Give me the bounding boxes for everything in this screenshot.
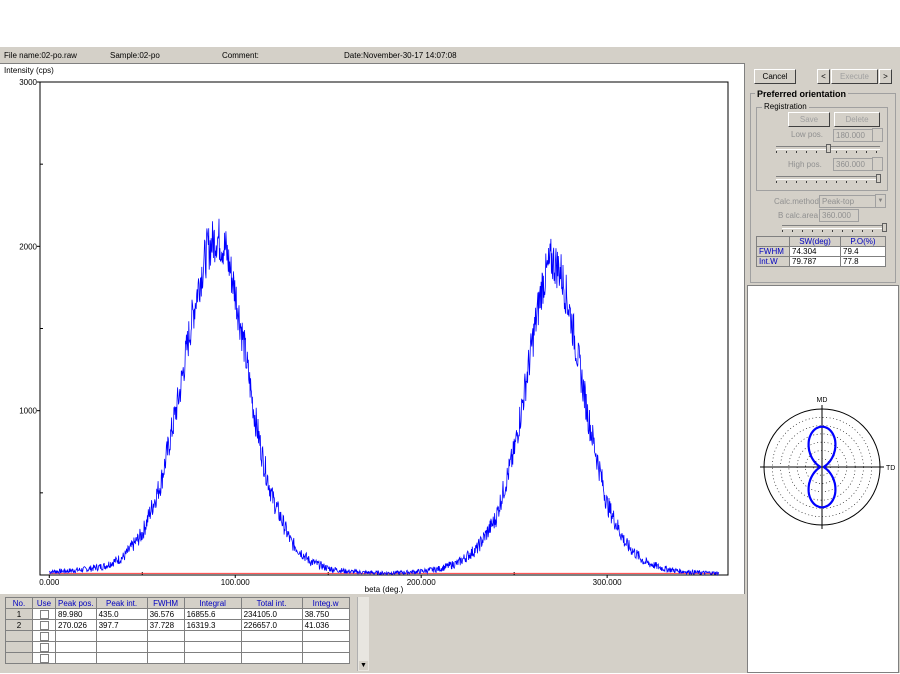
sample-label: Sample:02-po (110, 51, 160, 60)
sw-value: 74.304 (790, 247, 841, 257)
high-pos-slider[interactable] (776, 174, 880, 184)
fwhm-cell: 36.576 (147, 609, 184, 620)
date-label: Date:November-30-17 14:07:08 (344, 51, 457, 60)
polar-plot-panel: MD TD (747, 285, 899, 673)
next-button[interactable]: > (879, 69, 892, 84)
results-area: No. Use Peak pos. Peak int. FWHM Integra… (0, 595, 745, 673)
b-calc-area-label: B calc.area (778, 211, 818, 220)
sw-corner (757, 237, 790, 247)
row-header-intw: Int.W (757, 257, 790, 267)
peak-int-cell: 435.0 (96, 609, 147, 620)
execute-button[interactable]: Execute (831, 69, 878, 84)
control-panel: Cancel < Execute > Preferred orientation… (746, 47, 900, 673)
chart-panel: Intensity (cps) beta (deg.) 1000 2000 3000 0.… (0, 64, 745, 594)
integ-w-cell: 41.036 (302, 620, 349, 631)
calc-method-select[interactable]: Peak-top (819, 195, 878, 208)
row-header-fwhm: FWHM (757, 247, 790, 257)
x-tick-label: 300.000 (593, 578, 622, 587)
comment-label: Comment: (222, 51, 259, 60)
y-tick-label: 3000 (19, 78, 37, 87)
table-row[interactable] (6, 631, 350, 642)
total-int-cell: 226657.0 (241, 620, 302, 631)
scroll-down-arrow-icon[interactable]: ▼ (359, 661, 368, 670)
table-row[interactable] (6, 653, 350, 664)
col-fwhm-header: FWHM (147, 598, 184, 609)
table-row[interactable]: 1 89.980 435.0 36.576 16855.6 234105.0 3… (6, 609, 350, 620)
low-pos-label: Low pos. (791, 130, 823, 139)
x-tick-label: 200.000 (407, 578, 436, 587)
file-name-label: File name:02-po.raw (4, 51, 77, 60)
integ-w-cell: 38.750 (302, 609, 349, 620)
col-no-header: No. (6, 598, 33, 609)
md-label: MD (817, 397, 828, 404)
col-use-header: Use (33, 598, 56, 609)
calc-method-label: Calc.method (774, 197, 819, 206)
low-pos-spinner[interactable] (872, 128, 883, 142)
y-axis-label: Intensity (cps) (4, 66, 54, 75)
po-value: 77.8 (841, 257, 886, 267)
x-tick-label: 100.000 (221, 578, 250, 587)
file-info-bar: File name:02-po.raw Sample:02-po Comment… (0, 47, 745, 64)
col-peak-int-header: Peak int. (96, 598, 147, 609)
results-table: No. Use Peak pos. Peak int. FWHM Integra… (5, 597, 350, 664)
low-pos-field[interactable]: 180.000 (833, 129, 873, 142)
peak-int-cell: 397.7 (96, 620, 147, 631)
use-checkbox[interactable] (40, 654, 49, 663)
b-calc-area-field[interactable]: 360.000 (819, 209, 859, 222)
x-tick-label: 0.000 (39, 578, 60, 587)
high-pos-spinner[interactable] (872, 157, 883, 171)
delete-button[interactable]: Delete (834, 112, 880, 127)
cancel-button[interactable]: Cancel (754, 69, 796, 84)
save-button[interactable]: Save (788, 112, 830, 127)
integral-cell: 16319.3 (184, 620, 241, 631)
polar-figure: MD TD (748, 286, 898, 672)
row-number: 2 (6, 620, 33, 631)
col-peak-pos-header: Peak pos. (56, 598, 97, 609)
table-row[interactable]: 2 270.026 397.7 37.728 16319.3 226657.0 … (6, 620, 350, 631)
col-integ-w-header: Integ.w (302, 598, 349, 609)
total-int-cell: 234105.0 (241, 609, 302, 620)
high-pos-label: High pos. (788, 160, 822, 169)
sw-deg-header: SW(deg) (790, 237, 841, 247)
peak-pos-cell: 270.026 (56, 620, 97, 631)
table-scrollbar[interactable]: ▼ (357, 597, 369, 671)
peak-pos-cell: 89.980 (56, 609, 97, 620)
use-checkbox[interactable] (40, 610, 49, 619)
x-axis-label: beta (deg.) (365, 585, 404, 594)
integral-cell: 16855.6 (184, 609, 241, 620)
b-calc-area-slider[interactable] (782, 223, 886, 233)
plot-frame (40, 82, 728, 575)
col-integral-header: Integral (184, 598, 241, 609)
use-checkbox[interactable] (40, 621, 49, 630)
low-pos-slider[interactable] (776, 144, 880, 154)
col-total-int-header: Total int. (241, 598, 302, 609)
table-row[interactable] (6, 642, 350, 653)
registration-title: Registration (762, 102, 809, 111)
table-row: Int.W 79.787 77.8 (757, 257, 886, 267)
table-row: FWHM 74.304 79.4 (757, 247, 886, 257)
sw-value: 79.787 (790, 257, 841, 267)
preferred-orientation-title: Preferred orientation (755, 89, 848, 99)
sw-table: SW(deg) P.O(%) FWHM 74.304 79.4 Int.W 79… (756, 236, 886, 267)
use-checkbox[interactable] (40, 632, 49, 641)
application-window: File name:02-po.raw Sample:02-po Comment… (0, 47, 900, 673)
prev-button[interactable]: < (817, 69, 830, 84)
po-value: 79.4 (841, 247, 886, 257)
row-number: 1 (6, 609, 33, 620)
high-pos-field[interactable]: 360.000 (833, 158, 873, 171)
y-tick-label: 2000 (19, 242, 37, 251)
chevron-down-icon[interactable]: ▼ (875, 194, 886, 208)
intensity-chart: Intensity (cps) beta (deg.) 1000 2000 3000 0.… (0, 64, 744, 594)
fwhm-cell: 37.728 (147, 620, 184, 631)
po-header: P.O(%) (841, 237, 886, 247)
y-tick-label: 1000 (19, 407, 37, 416)
td-label: TD (886, 465, 895, 472)
use-checkbox[interactable] (40, 643, 49, 652)
